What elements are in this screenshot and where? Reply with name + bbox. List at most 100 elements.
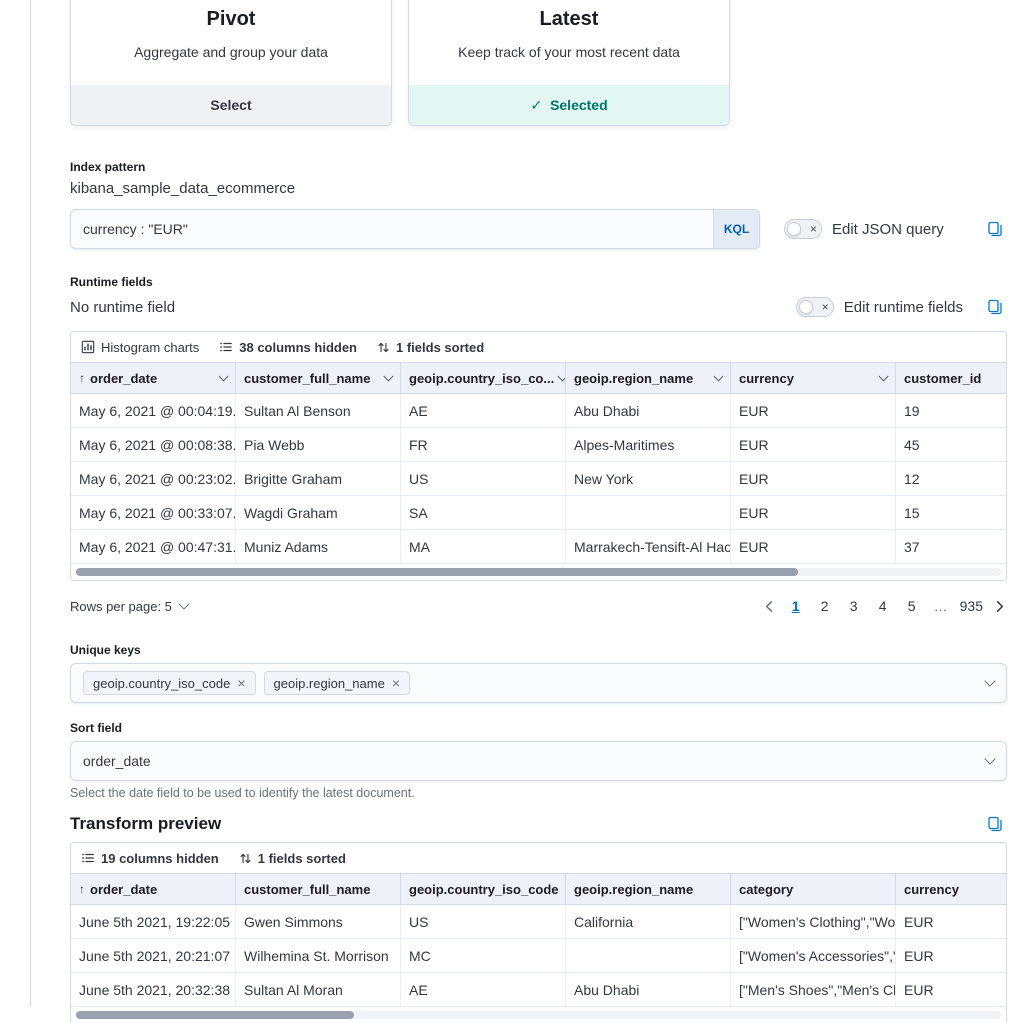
horizontal-scrollbar-thumb[interactable] xyxy=(76,568,798,576)
table-cell xyxy=(566,939,731,972)
fields-sorted-button[interactable]: 1 fields sorted xyxy=(239,851,346,866)
remove-key-icon[interactable]: × xyxy=(237,676,245,690)
chevron-down-icon[interactable] xyxy=(984,753,995,764)
edit-runtime-fields-toggle-group: × Edit runtime fields xyxy=(796,297,963,317)
histogram-charts-button[interactable]: Histogram charts xyxy=(81,340,199,355)
table-cell: ["Women's Accessories","... xyxy=(731,939,896,972)
columns-icon xyxy=(81,851,95,865)
column-header-geoip-region-name[interactable]: geoip.region_name xyxy=(566,363,731,393)
unique-keys-combobox[interactable]: geoip.country_iso_code × geoip.region_na… xyxy=(70,663,1007,703)
pivot-card-title: Pivot xyxy=(87,7,375,31)
kql-search-input[interactable]: currency : "EUR" KQL xyxy=(70,209,760,249)
chevron-down-icon[interactable] xyxy=(984,675,995,686)
horizontal-scrollbar xyxy=(76,568,1001,576)
table-cell: MA xyxy=(401,530,566,563)
edit-runtime-fields-toggle[interactable]: × xyxy=(796,297,834,317)
transform-preview-title: Transform preview xyxy=(70,814,221,834)
table-row: May 6, 2021 @ 00:23:02... Brigitte Graha… xyxy=(71,462,1006,496)
chevron-down-icon[interactable] xyxy=(714,371,724,381)
table-cell: ["Women's Clothing","Wo... xyxy=(731,905,896,938)
column-header-order-date[interactable]: ↑ order_date xyxy=(71,363,236,393)
column-label: order_date xyxy=(90,882,157,897)
table-cell: EUR xyxy=(731,462,896,495)
column-header-customer-full-name[interactable]: customer_full_name xyxy=(236,363,401,393)
transform-preview-header: Transform preview xyxy=(70,814,1007,834)
column-header-geoip-region-name[interactable]: geoip.region_name xyxy=(566,874,731,904)
transform-function-cards: Pivot Aggregate and group your data Sele… xyxy=(70,0,1007,126)
chevron-down-icon[interactable] xyxy=(384,371,394,381)
column-header-customer-id[interactable]: customer_id xyxy=(896,363,1006,393)
table-cell: Sultan Al Benson xyxy=(236,394,401,427)
column-header-currency[interactable]: currency xyxy=(896,874,1006,904)
runtime-fields-row: No runtime field × Edit runtime fields xyxy=(70,295,1007,319)
horizontal-scrollbar-thumb[interactable] xyxy=(76,1011,354,1019)
columns-hidden-button[interactable]: 38 columns hidden xyxy=(219,340,357,355)
latest-selected-label: Selected xyxy=(550,97,608,113)
table-cell: May 6, 2021 @ 00:47:31... xyxy=(71,530,236,563)
page-2-button[interactable]: 2 xyxy=(815,598,835,614)
rows-per-page-button[interactable]: Rows per page: 5 xyxy=(70,599,188,614)
chevron-down-icon[interactable] xyxy=(558,371,566,381)
table-cell: Brigitte Graham xyxy=(236,462,401,495)
column-header-geoip-country-iso-code[interactable]: geoip.country_iso_code xyxy=(401,874,566,904)
sort-field-label: Sort field xyxy=(70,721,1007,735)
remove-key-icon[interactable]: × xyxy=(392,676,400,690)
pivot-card-description: Aggregate and group your data xyxy=(87,43,375,61)
column-header-geoip-country-iso-code[interactable]: geoip.country_iso_co... xyxy=(401,363,566,393)
edit-json-query-toggle[interactable]: × xyxy=(784,219,822,239)
table-row: May 6, 2021 @ 00:33:07... Wagdi Graham S… xyxy=(71,496,1006,530)
previous-page-button[interactable] xyxy=(762,599,777,614)
table-cell: New York xyxy=(566,462,731,495)
table-cell: EUR xyxy=(731,530,896,563)
table-cell: ["Men's Shoes","Men's Cl... xyxy=(731,973,896,1006)
chevron-down-icon[interactable] xyxy=(219,371,229,381)
kql-language-button[interactable]: KQL xyxy=(713,210,759,248)
page-3-button[interactable]: 3 xyxy=(844,598,864,614)
table-cell: SA xyxy=(401,496,566,529)
sort-field-help-text: Select the date field to be used to iden… xyxy=(70,786,1007,800)
edit-json-query-label: Edit JSON query xyxy=(832,221,944,238)
table-row: June 5th 2021, 20:21:07 Wilhemina St. Mo… xyxy=(71,939,1006,973)
toggle-off-icon: × xyxy=(810,223,817,235)
source-preview-grid: Histogram charts 38 columns hidden 1 fie… xyxy=(70,331,1007,581)
table-cell: 37 xyxy=(896,530,1006,563)
table-cell: FR xyxy=(401,428,566,461)
table-cell: May 6, 2021 @ 00:08:38... xyxy=(71,428,236,461)
copy-query-icon[interactable] xyxy=(987,221,1003,237)
unique-key-pill[interactable]: geoip.region_name × xyxy=(264,671,411,695)
page-4-button[interactable]: 4 xyxy=(873,598,893,614)
page-935-button[interactable]: 935 xyxy=(960,598,983,614)
column-header-order-date[interactable]: ↑ order_date xyxy=(71,874,236,904)
table-cell: 15 xyxy=(896,496,1006,529)
copy-preview-icon[interactable] xyxy=(987,816,1003,832)
pivot-card[interactable]: Pivot Aggregate and group your data Sele… xyxy=(70,0,392,126)
page-5-button[interactable]: 5 xyxy=(902,598,922,614)
sort-field-select[interactable]: order_date xyxy=(70,741,1007,781)
chevron-down-icon[interactable] xyxy=(879,371,889,381)
runtime-fields-value: No runtime field xyxy=(70,299,175,316)
column-label: geoip.country_iso_co... xyxy=(409,371,554,386)
histogram-charts-label: Histogram charts xyxy=(101,340,199,355)
next-page-button[interactable] xyxy=(992,599,1007,614)
column-header-category[interactable]: category xyxy=(731,874,896,904)
copy-runtime-icon[interactable] xyxy=(987,299,1003,315)
unique-key-pill[interactable]: geoip.country_iso_code × xyxy=(83,671,256,695)
page-1-button[interactable]: 1 xyxy=(786,598,806,614)
transform-preview-grid: 19 columns hidden 1 fields sorted ↑ orde… xyxy=(70,842,1007,1023)
fields-sorted-button[interactable]: 1 fields sorted xyxy=(377,340,484,355)
latest-selected-button[interactable]: ✓ Selected xyxy=(409,85,729,125)
table-cell: Abu Dhabi xyxy=(566,973,731,1006)
fields-sorted-label: 1 fields sorted xyxy=(258,851,346,866)
table-cell: May 6, 2021 @ 00:04:19... xyxy=(71,394,236,427)
table-cell: EUR xyxy=(731,394,896,427)
columns-hidden-button[interactable]: 19 columns hidden xyxy=(81,851,219,866)
pivot-select-button[interactable]: Select xyxy=(71,85,391,125)
index-pattern-value: kibana_sample_data_ecommerce xyxy=(70,180,1007,197)
column-label: customer_full_name xyxy=(244,882,370,897)
column-header-currency[interactable]: currency xyxy=(731,363,896,393)
column-header-customer-full-name[interactable]: customer_full_name xyxy=(236,874,401,904)
latest-card[interactable]: Latest Keep track of your most recent da… xyxy=(408,0,730,126)
runtime-fields-label: Runtime fields xyxy=(70,275,1007,289)
column-label: order_date xyxy=(90,371,157,386)
query-text[interactable]: currency : "EUR" xyxy=(71,210,713,248)
